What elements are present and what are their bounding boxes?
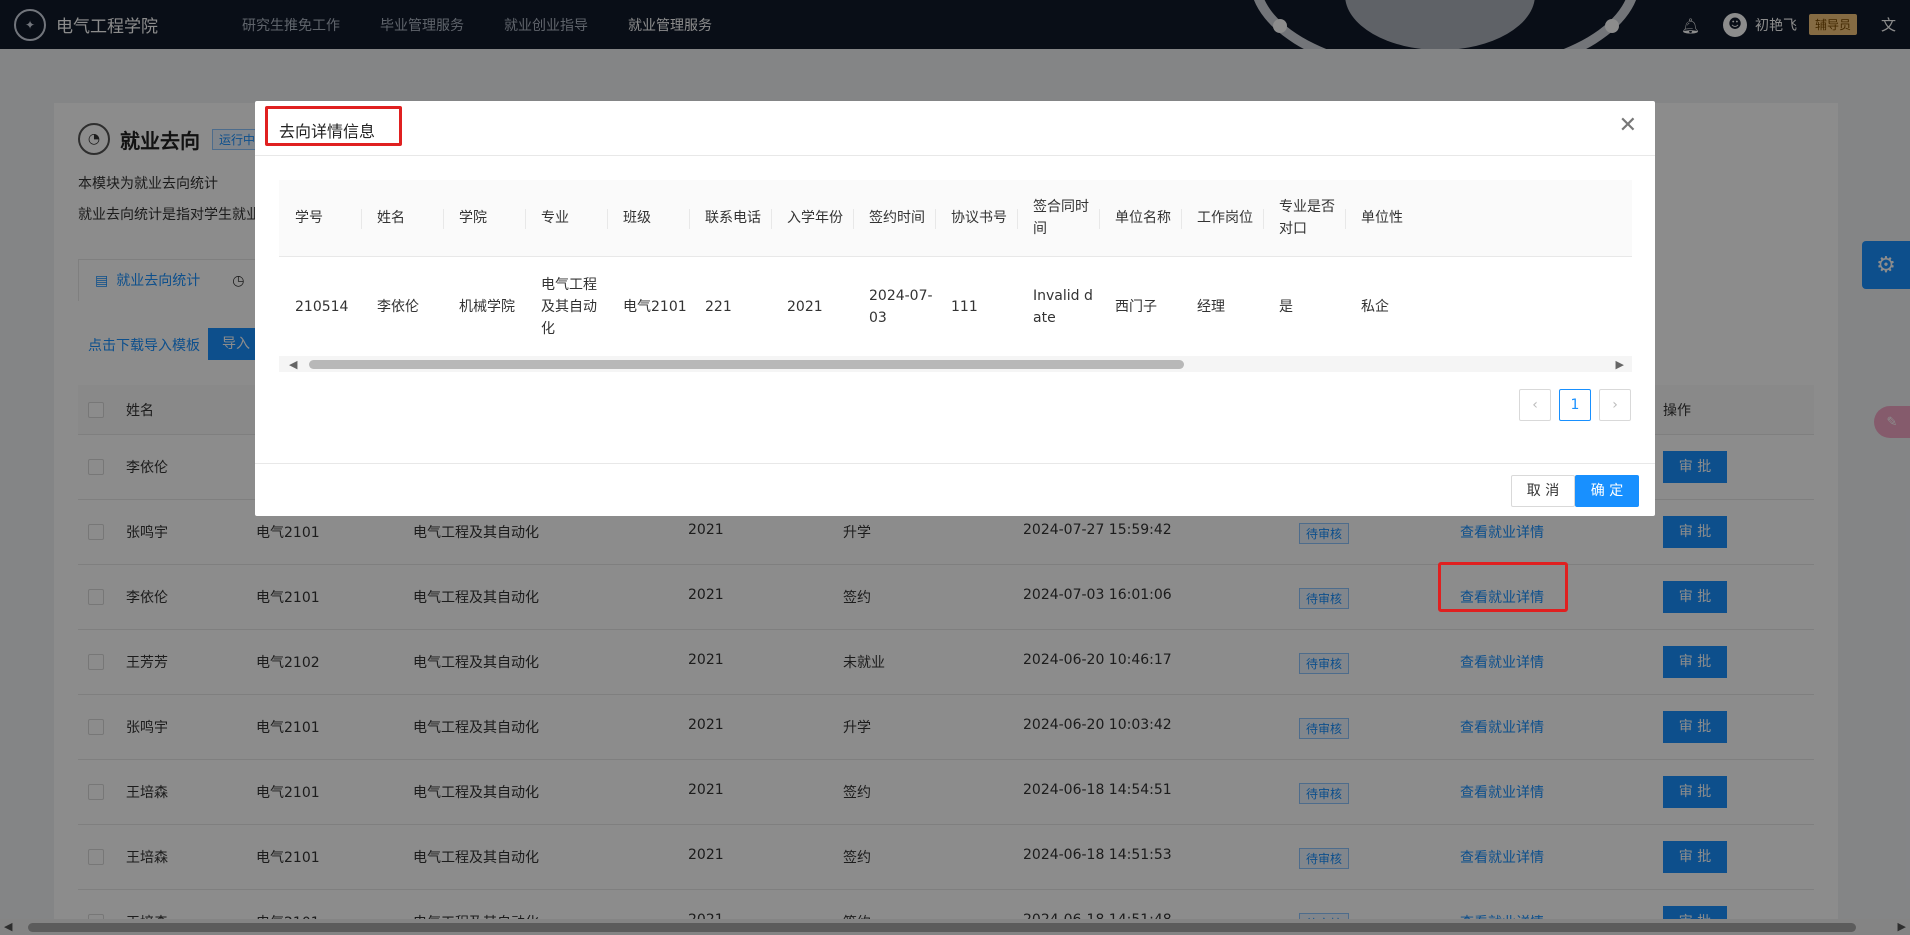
detail-header-cell: 入学年份 [787, 210, 843, 226]
column-separator [1181, 209, 1182, 229]
cancel-button[interactable]: 取 消 [1511, 475, 1575, 507]
scroll-right-icon[interactable]: ▶ [1616, 358, 1624, 371]
detail-header-cell: 工作岗位 [1197, 210, 1253, 226]
next-page-button[interactable]: › [1599, 389, 1631, 421]
detail-modal: 去向详情信息 ✕ 学号 姓名 学院 专业 班级 联系电话 入学年份 签约时间 协议书号 签合同时间… [255, 101, 1655, 516]
page-number[interactable]: 1 [1559, 389, 1591, 421]
detail-header-cell: 学号 [295, 210, 323, 226]
detail-cell: 221 [705, 299, 732, 315]
detail-header-cell: 学院 [459, 210, 487, 226]
column-separator [361, 209, 362, 229]
confirm-button[interactable]: 确 定 [1575, 475, 1639, 507]
annotation-highlight-view-detail [1438, 562, 1568, 612]
close-icon[interactable]: ✕ [1619, 115, 1637, 137]
column-separator [689, 209, 690, 229]
column-separator [607, 209, 608, 229]
pagination: ‹ 1 › [1511, 389, 1631, 421]
detail-table-header: 学号 姓名 学院 专业 班级 联系电话 入学年份 签约时间 协议书号 签合同时间 单位名称 工作岗位 专… [279, 180, 1632, 257]
detail-cell: 210514 [295, 299, 349, 315]
column-separator [935, 209, 936, 229]
detail-header-cell: 班级 [623, 210, 651, 226]
detail-table-row: 210514 李依伦 机械学院 电气工程及其自动化 电气2101 221 2021 2024-… [279, 257, 1632, 357]
detail-header-cell: 专业 [541, 210, 569, 226]
column-separator [1017, 209, 1018, 229]
detail-cell: 经理 [1197, 299, 1225, 315]
scroll-left-icon[interactable]: ◀ [289, 358, 297, 371]
detail-header-cell: 专业是否对口 [1279, 199, 1335, 237]
detail-table-scrollbar[interactable]: ◀ ▶ [279, 356, 1632, 372]
detail-table: 学号 姓名 学院 专业 班级 联系电话 入学年份 签约时间 协议书号 签合同时间 单位名称 工作岗位 专… [279, 180, 1632, 375]
column-separator [1099, 209, 1100, 229]
detail-header-cell: 签合同时间 [1033, 199, 1089, 237]
detail-cell: 李依伦 [377, 299, 419, 315]
detail-header-cell: 联系电话 [705, 210, 761, 226]
detail-header-cell: 协议书号 [951, 210, 1007, 226]
detail-cell: 电气工程及其自动化 [541, 277, 597, 337]
scrollbar-thumb[interactable] [309, 360, 1184, 369]
modal-header: 去向详情信息 ✕ [255, 101, 1655, 156]
column-separator [525, 209, 526, 229]
column-separator [443, 209, 444, 229]
column-separator [1345, 209, 1346, 229]
detail-cell: 111 [951, 299, 978, 315]
detail-header-cell: 单位名称 [1115, 210, 1171, 226]
column-separator [1263, 209, 1264, 229]
detail-cell: Invalid date [1033, 288, 1093, 326]
column-separator [853, 209, 854, 229]
detail-header-cell: 姓名 [377, 210, 405, 226]
column-separator [771, 209, 772, 229]
detail-cell: 2021 [787, 299, 823, 315]
detail-header-cell: 签约时间 [869, 210, 925, 226]
prev-page-button[interactable]: ‹ [1519, 389, 1551, 421]
detail-cell: 私企 [1361, 299, 1389, 315]
modal-footer: 取 消 确 定 [255, 463, 1655, 516]
detail-cell: 西门子 [1115, 299, 1157, 315]
detail-cell: 是 [1279, 299, 1293, 315]
detail-cell: 电气2101 [623, 299, 687, 315]
detail-cell: 2024-07-03 [869, 288, 933, 326]
detail-cell: 机械学院 [459, 299, 515, 315]
annotation-highlight-title [265, 106, 402, 146]
detail-header-cell: 单位性 [1361, 210, 1403, 226]
